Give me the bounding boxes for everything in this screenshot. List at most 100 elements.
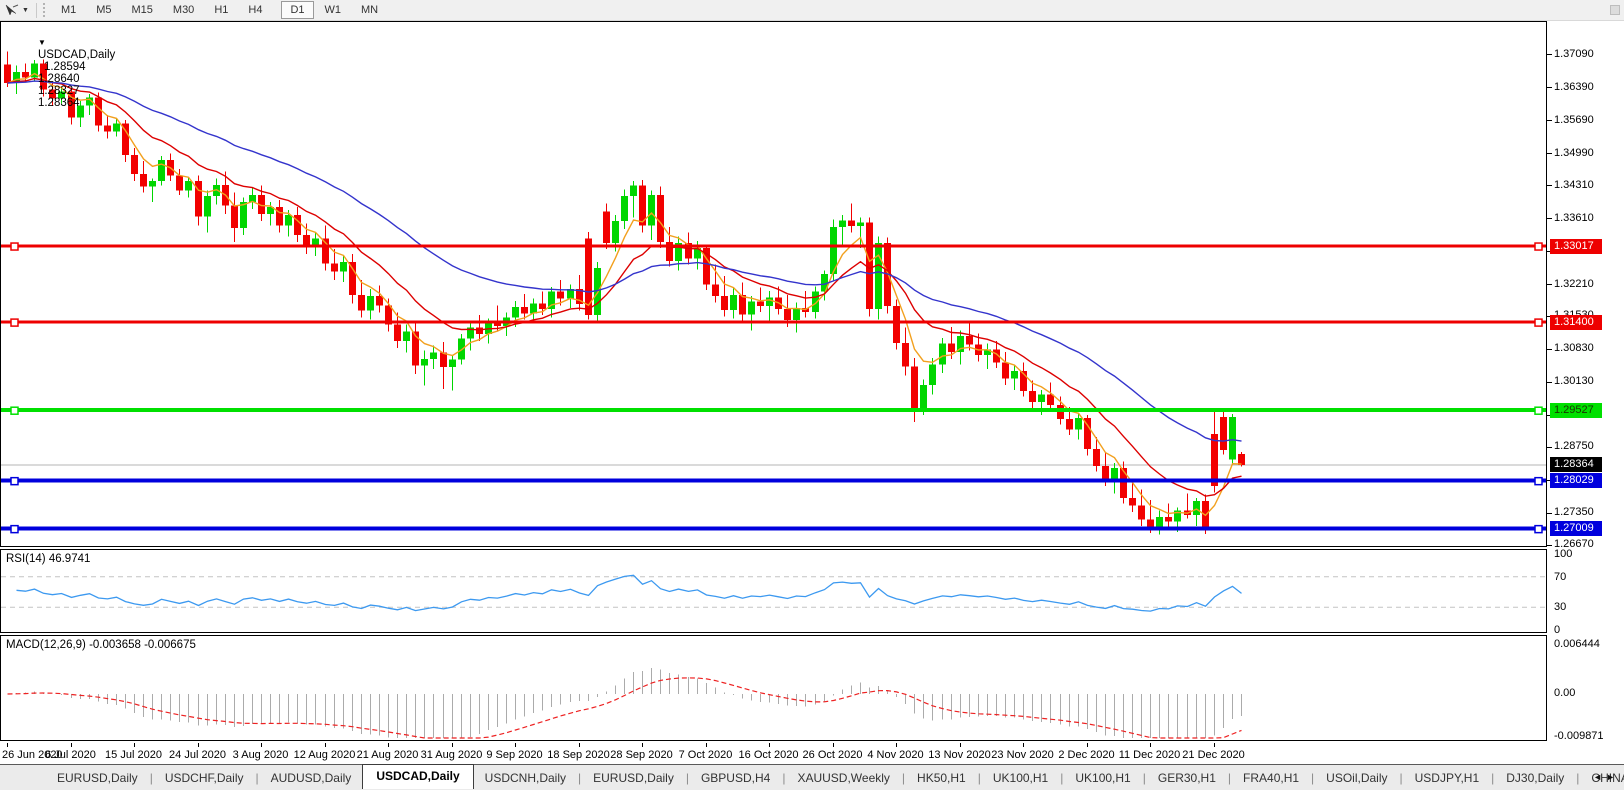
price-axis-tick: 1.28750 — [1554, 440, 1594, 452]
chart-tab-usdcnh-daily[interactable]: USDCNH,Daily — [474, 767, 577, 789]
bull-candle — [149, 181, 156, 187]
bear-candle — [1120, 468, 1127, 498]
bull-candle — [875, 243, 882, 309]
timeframe-button-m15[interactable]: M15 — [123, 1, 162, 19]
chart-tab-audusd-daily[interactable]: AUDUSD,Daily — [260, 767, 363, 789]
chart-tab-eurusd-daily[interactable]: EURUSD,Daily — [582, 767, 685, 789]
chart-ohlc-header: ▼ USDCAD,Daily 1.28594 1.28640 1.28327 1… — [6, 25, 115, 121]
bear-candle — [1147, 520, 1154, 528]
bear-candle — [539, 303, 546, 309]
date-tick-mark — [1214, 743, 1215, 747]
bear-candle — [140, 174, 147, 187]
bear-candle — [712, 284, 719, 295]
chart-tab-uk100-h1[interactable]: UK100,H1 — [1064, 767, 1141, 789]
chart-tab-usdcad-daily[interactable]: USDCAD,Daily — [362, 764, 473, 789]
bear-candle — [376, 296, 383, 305]
bull-candle — [630, 186, 637, 196]
chart-tab-gbpusd-h4[interactable]: GBPUSD,H4 — [690, 767, 781, 789]
chart-tab-hk50-h1[interactable]: HK50,H1 — [906, 767, 977, 789]
level-price-badge: 1.29527 — [1550, 403, 1602, 418]
bear-candle — [1066, 419, 1073, 429]
bear-candle — [1093, 449, 1100, 466]
price-axis-tick: 1.33610 — [1554, 212, 1594, 224]
macd-label: MACD(12,26,9) -0.003658 -0.006675 — [6, 639, 196, 651]
main-price-panel[interactable]: ▼ USDCAD,Daily 1.28594 1.28640 1.28327 1… — [0, 21, 1547, 547]
tabs-scroll-right-icon[interactable]: ► — [1606, 772, 1619, 782]
timeframe-button-m30[interactable]: M30 — [164, 1, 203, 19]
price-axis-tick-mark — [1547, 349, 1552, 350]
timeframe-button-mn[interactable]: MN — [352, 1, 387, 19]
chart-tab-usdjpy-h1[interactable]: USDJPY,H1 — [1404, 767, 1490, 789]
price-axis[interactable]: 1.370901.363901.356901.349901.343101.336… — [1547, 21, 1624, 764]
chart-tab-fra40-h1[interactable]: FRA40,H1 — [1232, 767, 1310, 789]
date-tick-mark — [198, 743, 199, 747]
date-tick-mark — [7, 743, 8, 747]
date-tick-mark — [515, 743, 516, 747]
level-line-handle[interactable] — [1535, 243, 1542, 250]
bear-candle — [1047, 395, 1054, 405]
level-line-handle[interactable] — [11, 407, 18, 414]
chart-tab-usdchf-daily[interactable]: USDCHF,Daily — [154, 767, 255, 789]
price-axis-tick-mark — [1547, 447, 1552, 448]
date-tick-mark — [325, 743, 326, 747]
bull-candle — [1011, 371, 1018, 379]
price-axis-tick: 1.37090 — [1554, 48, 1594, 60]
level-line-handle[interactable] — [11, 478, 18, 485]
toolbar-overflow-button[interactable] — [1610, 5, 1620, 15]
chart-tab-ger30-h1[interactable]: GER30,H1 — [1147, 767, 1227, 789]
tab-separator: | — [1576, 771, 1579, 785]
chart-tab-xauusd-weekly[interactable]: XAUUSD,Weekly — [786, 767, 900, 789]
bull-candle — [285, 215, 292, 226]
timeframe-button-d1[interactable]: D1 — [281, 1, 313, 19]
collapse-caret-icon[interactable]: ▼ — [38, 38, 46, 47]
macd-plot[interactable] — [1, 636, 1546, 740]
timeframe-button-h4[interactable]: H4 — [239, 1, 271, 19]
date-axis-label: 9 Sep 2020 — [486, 749, 542, 761]
cursor-chart-icon[interactable] — [2, 2, 22, 18]
bull-candle — [512, 307, 519, 317]
macd-axis-tick: 0.00 — [1554, 687, 1575, 699]
rsi-panel[interactable]: RSI(14) 46.9741 — [0, 549, 1547, 633]
date-axis-label: 13 Nov 2020 — [928, 749, 990, 761]
date-axis-label: 21 Aug 2020 — [357, 749, 419, 761]
timeframe-button-h1[interactable]: H1 — [205, 1, 237, 19]
bear-candle — [104, 125, 111, 131]
chart-tab-dj30-daily[interactable]: DJ30,Daily — [1495, 767, 1575, 789]
bull-candle — [240, 202, 247, 228]
date-axis-label: 16 Oct 2020 — [739, 749, 799, 761]
level-line-handle[interactable] — [11, 526, 18, 533]
timeframe-button-w1[interactable]: W1 — [316, 1, 351, 19]
date-tick-mark — [1023, 743, 1024, 747]
chart-tab-eurusd-daily[interactable]: EURUSD,Daily — [46, 767, 149, 789]
chart-area: ▼ USDCAD,Daily 1.28594 1.28640 1.28327 1… — [0, 21, 1624, 764]
date-axis-label: 26 Oct 2020 — [803, 749, 863, 761]
bull-candle — [621, 196, 628, 221]
macd-panel[interactable]: MACD(12,26,9) -0.003658 -0.006675 — [0, 635, 1547, 741]
toolbar-grip[interactable] — [43, 3, 47, 17]
level-line-handle[interactable] — [11, 243, 18, 250]
timeframe-button-m5[interactable]: M5 — [87, 1, 120, 19]
price-axis-tick-mark — [1547, 218, 1552, 219]
price-axis-tick-mark — [1547, 120, 1552, 121]
chart-tab-uk100-h1[interactable]: UK100,H1 — [982, 767, 1059, 789]
tabs-scroll-left-icon[interactable]: ◄ — [1593, 772, 1606, 782]
level-line-handle[interactable] — [1535, 407, 1542, 414]
bear-candle — [603, 212, 610, 244]
tab-separator: | — [1311, 771, 1314, 785]
rsi-label: RSI(14) 46.9741 — [6, 553, 90, 565]
chart-tab-bar: EURUSD,Daily|USDCHF,Daily|AUDUSD,DailyUS… — [0, 764, 1624, 790]
date-tick-mark — [769, 743, 770, 747]
chart-tab-usoil-daily[interactable]: USOil,Daily — [1315, 767, 1398, 789]
date-axis[interactable]: 26 Jun 20206 Jul 202015 Jul 202024 Jul 2… — [0, 743, 1547, 766]
price-axis-tick: 1.35690 — [1554, 114, 1594, 126]
level-line-handle[interactable] — [11, 319, 18, 326]
tool-dropdown-caret[interactable]: ▼ — [22, 7, 29, 14]
level-line-handle[interactable] — [1535, 319, 1542, 326]
tab-separator: | — [1228, 771, 1231, 785]
bear-candle — [131, 155, 138, 174]
timeframe-button-m1[interactable]: M1 — [52, 1, 85, 19]
candlestick-chart[interactable] — [1, 22, 1546, 546]
rsi-plot[interactable] — [1, 550, 1546, 632]
level-line-handle[interactable] — [1535, 526, 1542, 533]
level-line-handle[interactable] — [1535, 478, 1542, 485]
